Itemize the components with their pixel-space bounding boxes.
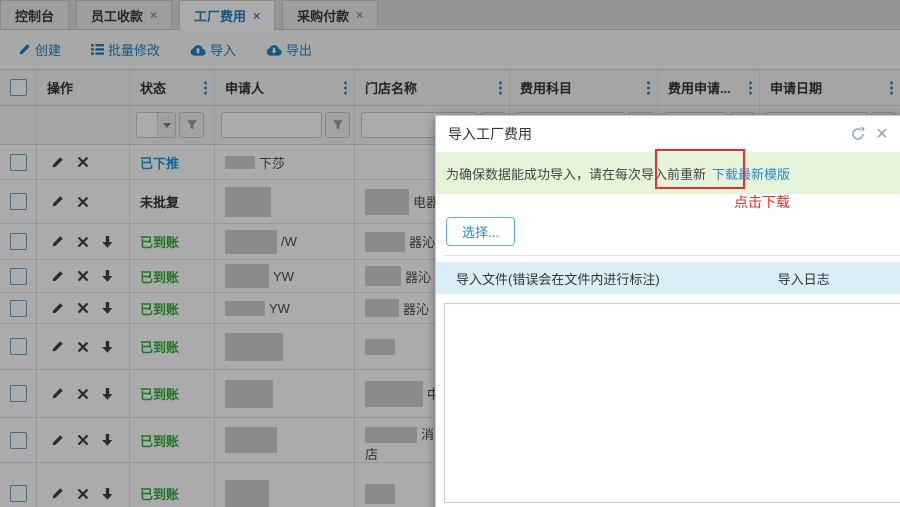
import-log-column-header: 导入日志 xyxy=(778,269,830,288)
dialog-titlebar: 导入工厂费用 × xyxy=(436,116,900,152)
divider xyxy=(444,255,900,256)
import-notice-banner: 为确保数据能成功导入，请在每次导入前重新 下载最新模版 xyxy=(436,152,900,194)
close-icon[interactable]: × xyxy=(870,122,894,146)
dialog-title: 导入工厂费用 xyxy=(448,124,532,144)
import-dialog: 导入工厂费用 × 为确保数据能成功导入，请在每次导入前重新 下载最新模版 选择.… xyxy=(435,115,900,507)
import-file-list xyxy=(444,303,900,503)
choose-file-button[interactable]: 选择... xyxy=(446,217,515,246)
annotation-label: 点击下载 xyxy=(734,192,790,212)
notice-text: 为确保数据能成功导入，请在每次导入前重新 xyxy=(446,164,706,183)
app-window: 控制台 员工收款 × 工厂费用 × 采购付款 × 创建 批量修改 导入 xyxy=(0,0,900,507)
refresh-icon[interactable] xyxy=(846,122,870,146)
import-file-column-header: 导入文件(错误会在文件内进行标注) xyxy=(456,269,660,288)
import-list-header: 导入文件(错误会在文件内进行标注) 导入日志 xyxy=(436,262,900,294)
download-template-link[interactable]: 下载最新模版 xyxy=(712,164,790,183)
